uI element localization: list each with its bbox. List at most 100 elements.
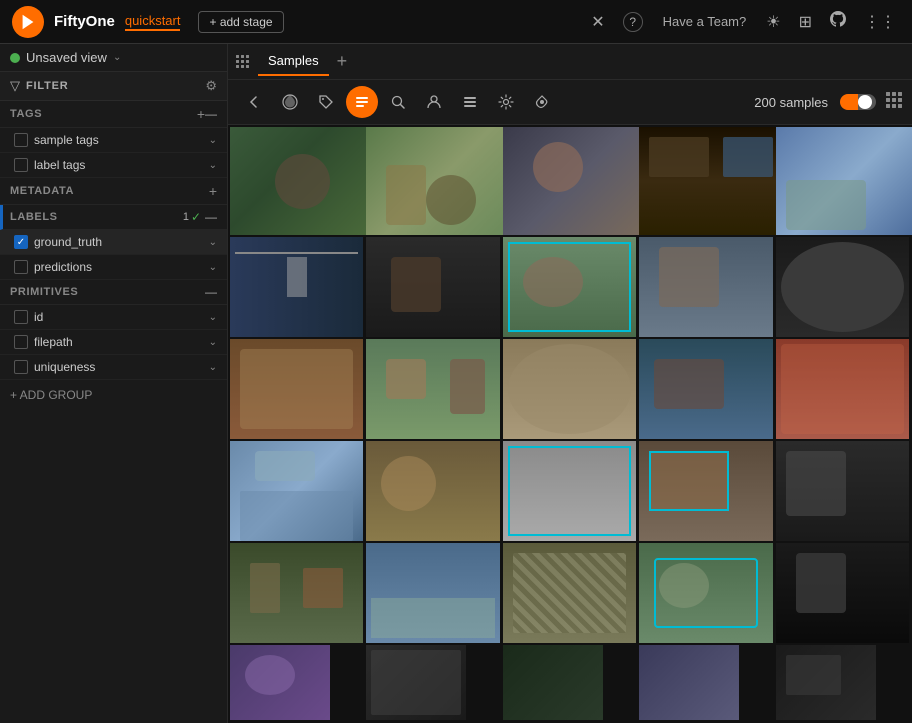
quickstart-label[interactable]: quickstart: [125, 13, 181, 31]
grid-cell[interactable]: [230, 237, 363, 337]
metadata-add-icon[interactable]: +: [209, 183, 217, 199]
settings-button[interactable]: [490, 86, 522, 118]
grid-dots-icon: [236, 55, 250, 69]
team-grid-icon[interactable]: ⊞: [799, 12, 812, 32]
grid-cell[interactable]: [503, 237, 636, 337]
predictions-label: predictions: [34, 260, 203, 274]
view-chevron-icon: ⌄: [113, 52, 121, 63]
main-layout: Unsaved view ⌄ ▽ FILTER ⚙ TAGS + — sampl…: [0, 44, 912, 723]
view-selector[interactable]: Unsaved view ⌄: [0, 44, 227, 72]
grid-cell[interactable]: [639, 645, 739, 720]
add-stage-button[interactable]: + add stage: [198, 11, 283, 33]
grid-cell[interactable]: [776, 543, 909, 643]
grid-cell[interactable]: [366, 543, 499, 643]
sun-icon[interactable]: ☀: [766, 12, 780, 32]
person-button[interactable]: [418, 86, 450, 118]
grid-cell[interactable]: [503, 441, 636, 541]
grid-cell[interactable]: [503, 339, 636, 439]
grid-cell[interactable]: [366, 127, 510, 235]
grid-cell[interactable]: [639, 441, 772, 541]
sidebar-item-predictions[interactable]: predictions ⌄: [0, 255, 227, 280]
sample-tags-checkbox[interactable]: [14, 133, 28, 147]
grid-cell[interactable]: [503, 645, 603, 720]
grid-cell[interactable]: [776, 237, 909, 337]
labels-title: LABELS: [10, 211, 183, 223]
label-tags-expand-icon[interactable]: ⌄: [209, 160, 217, 171]
grid-cell[interactable]: [776, 441, 909, 541]
add-tab-button[interactable]: +: [333, 51, 352, 72]
sidebar-item-label-tags[interactable]: label tags ⌄: [0, 153, 227, 178]
primitives-subsection-header[interactable]: PRIMITIVES —: [0, 280, 227, 305]
grid-cell[interactable]: [366, 441, 499, 541]
samples-tab-label: Samples: [268, 53, 319, 68]
sidebar-item-id[interactable]: id ⌄: [0, 305, 227, 330]
have-team-label: Have a Team?: [663, 14, 747, 29]
predictions-expand-icon[interactable]: ⌄: [209, 262, 217, 273]
grid-cell[interactable]: [776, 127, 912, 235]
menu-icon[interactable]: ⋮⋮: [864, 12, 896, 32]
sidebar-item-uniqueness[interactable]: uniqueness ⌄: [0, 355, 227, 380]
grid-view-icon[interactable]: [886, 92, 902, 113]
samples-count: 200 samples: [754, 95, 828, 110]
grid-cell[interactable]: [230, 645, 330, 720]
grid-container: [230, 127, 910, 720]
close-icon[interactable]: ✕: [591, 12, 604, 32]
grid-cell[interactable]: [639, 339, 772, 439]
primitives-collapse-icon[interactable]: —: [205, 285, 217, 299]
ai-button[interactable]: [526, 86, 558, 118]
grid-cell[interactable]: [639, 127, 783, 235]
tags-add-icon[interactable]: +: [197, 106, 205, 122]
grid-cell[interactable]: [230, 127, 374, 235]
filepath-expand-icon[interactable]: ⌄: [209, 337, 217, 348]
back-button[interactable]: [238, 86, 270, 118]
search-button[interactable]: [382, 86, 414, 118]
grid-cell[interactable]: [639, 237, 772, 337]
status-dot: [10, 53, 20, 63]
id-expand-icon[interactable]: ⌄: [209, 312, 217, 323]
labels-subsection-header[interactable]: LABELS 1 ✓ —: [0, 205, 227, 230]
color-button[interactable]: [274, 86, 306, 118]
id-checkbox[interactable]: [14, 310, 28, 324]
grid-cell[interactable]: [776, 645, 876, 720]
filter-settings-icon[interactable]: ⚙: [205, 78, 217, 94]
sidebar-item-sample-tags[interactable]: sample tags ⌄: [0, 128, 227, 153]
filepath-label: filepath: [34, 335, 203, 349]
uniqueness-expand-icon[interactable]: ⌄: [209, 362, 217, 373]
label-button[interactable]: [346, 86, 378, 118]
add-group-button[interactable]: + ADD GROUP: [0, 380, 227, 410]
filepath-checkbox[interactable]: [14, 335, 28, 349]
metadata-title: METADATA: [10, 185, 209, 197]
labels-collapse-icon[interactable]: —: [205, 210, 217, 224]
grid-cell[interactable]: [366, 645, 466, 720]
grid-cell[interactable]: [503, 543, 636, 643]
grid-cell[interactable]: [230, 441, 363, 541]
ground-truth-expand-icon[interactable]: ⌄: [209, 237, 217, 248]
grid-cell[interactable]: [639, 543, 772, 643]
grid-cell[interactable]: [366, 339, 499, 439]
tags-subsection-header[interactable]: TAGS + —: [0, 101, 227, 128]
grid-cell[interactable]: [230, 543, 363, 643]
ground-truth-checkbox[interactable]: [14, 235, 28, 249]
sample-tags-expand-icon[interactable]: ⌄: [209, 135, 217, 146]
sidebar-item-ground-truth[interactable]: ground_truth ⌄: [0, 230, 227, 255]
help-icon[interactable]: ?: [623, 12, 643, 32]
list-button[interactable]: [454, 86, 486, 118]
grid-cell[interactable]: [776, 339, 909, 439]
label-tags-checkbox[interactable]: [14, 158, 28, 172]
grid-cell[interactable]: [503, 127, 647, 235]
filter-title: FILTER: [26, 80, 199, 92]
uniqueness-checkbox[interactable]: [14, 360, 28, 374]
grid-cell[interactable]: [366, 237, 499, 337]
content-area: Samples +: [228, 44, 912, 723]
tab-samples[interactable]: Samples: [258, 47, 329, 76]
id-label: id: [34, 310, 203, 324]
toggle-switch[interactable]: [840, 94, 876, 110]
sidebar-item-filepath[interactable]: filepath ⌄: [0, 330, 227, 355]
tags-title: TAGS: [10, 108, 197, 120]
sample-tags-label: sample tags: [34, 133, 203, 147]
github-icon[interactable]: [830, 11, 846, 32]
tag-button[interactable]: [310, 86, 342, 118]
metadata-subsection-header[interactable]: METADATA +: [0, 178, 227, 205]
grid-cell[interactable]: [230, 339, 363, 439]
predictions-checkbox[interactable]: [14, 260, 28, 274]
